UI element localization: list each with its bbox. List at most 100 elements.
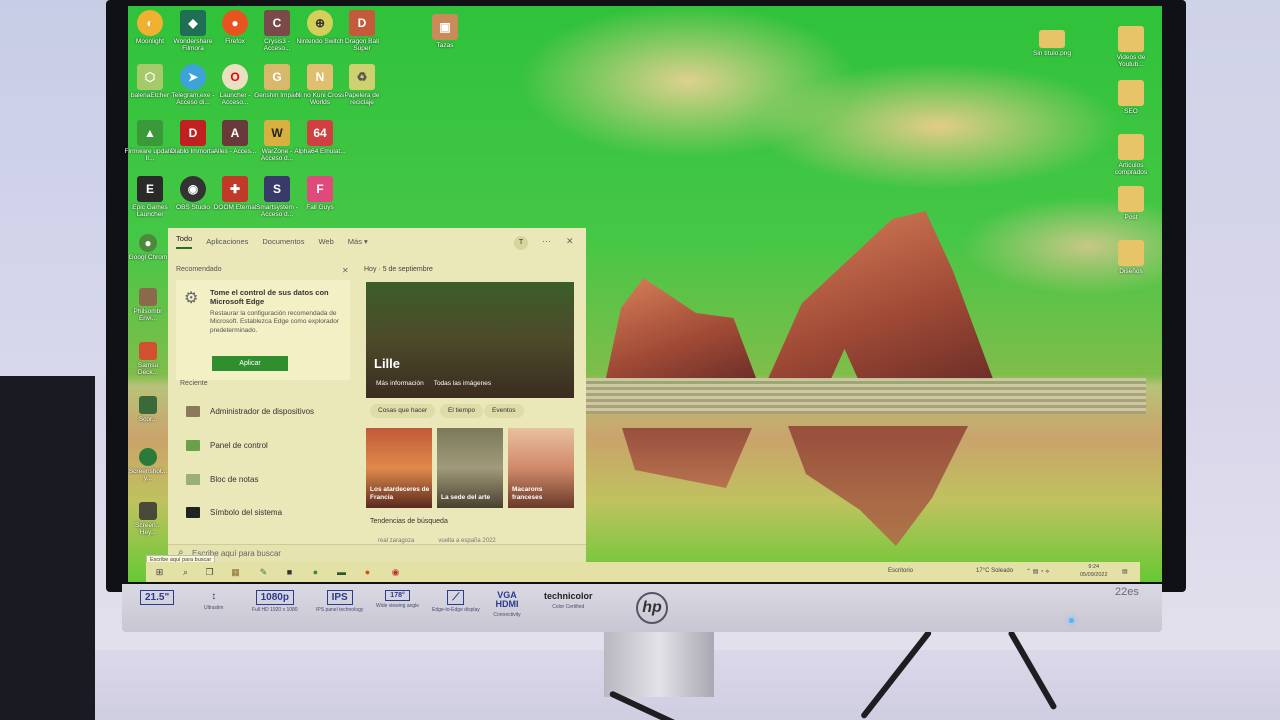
clock[interactable]: 9:24 05/09/2022	[1080, 563, 1108, 579]
desktop-icon-disenos[interactable]: Diseños	[1105, 240, 1157, 275]
spec-box: 178°	[385, 590, 410, 601]
close-button[interactable]: ✕	[566, 236, 574, 247]
desktop-icon-partial-2[interactable]: Philsombr Envi...	[128, 288, 168, 322]
notepad-icon	[186, 474, 200, 485]
desktop-icon-partial-5[interactable]: Screenshot... y...	[128, 448, 168, 482]
desktop-icon-label: Articulos comprados	[1114, 162, 1148, 177]
desktop-icon-post[interactable]: Post	[1105, 186, 1157, 221]
desktop-icon-tazas[interactable]: ▣ Tazas	[419, 14, 471, 49]
chip-weather[interactable]: El tiempo	[440, 404, 484, 418]
recommended-close-icon[interactable]: ✕	[342, 266, 349, 275]
all-images-link[interactable]: Todas las imágenes	[434, 380, 491, 387]
terminal-icon[interactable]: ▬	[336, 567, 347, 578]
desktop-icon-sin-titulo[interactable]: Sin título.png	[1026, 30, 1078, 57]
chip-things-to-do[interactable]: Cosas que hacer	[370, 404, 436, 418]
chip-events[interactable]: Eventos	[484, 404, 524, 418]
spec-box: IPS	[326, 590, 353, 605]
tab-web[interactable]: Web	[318, 237, 333, 246]
recommendation-title: Tome el control de sus datos con Microso…	[210, 288, 329, 306]
pin-app-icon[interactable]: ✎	[258, 567, 269, 578]
spec-box: technicolor	[544, 591, 593, 601]
more-options-button[interactable]: ···	[542, 236, 551, 246]
tab-mas[interactable]: Más ▾	[348, 237, 368, 246]
desktop-icon-label: Tazas	[436, 42, 454, 49]
apply-button[interactable]: Aplicar	[212, 356, 288, 371]
spec-box: ⟋	[447, 590, 465, 605]
notification-icon[interactable]: ▤	[1122, 568, 1128, 575]
dark-object-left	[0, 376, 95, 720]
desktop-icon-label: Moonlight	[135, 38, 165, 45]
tray-icons[interactable]: ⌃ ▤ ◔ ⟡	[1026, 568, 1049, 576]
desktop-icon-dragonball[interactable]: D Dragon Ball Super	[336, 10, 388, 52]
desktop-icon-label: Screenshot... y...	[128, 468, 168, 483]
app-icon[interactable]: ◉	[390, 567, 401, 578]
widgets-icon[interactable]: ▦	[230, 567, 241, 578]
desktop-icon-articulos[interactable]: Articulos comprados	[1105, 134, 1157, 176]
desktop-icon-label: SEO	[1124, 108, 1138, 115]
recent-item-label: Símbolo del sistema	[210, 508, 283, 517]
desktop-icon-partial-4[interactable]: Scor...	[128, 396, 168, 423]
monitor-stand	[604, 625, 714, 697]
more-info-link[interactable]: Más información	[376, 380, 424, 387]
desktop-icon-videos-youtube[interactable]: Videos de Youtub...	[1105, 26, 1157, 68]
desktop-icon-partial-6[interactable]: Screen... Hey...	[128, 502, 168, 536]
recent-item-cmd[interactable]: Símbolo del sistema	[186, 507, 282, 518]
spec-size: 21.5"	[140, 590, 175, 607]
desktop-icon-alpha64[interactable]: 64 Alpha64 Emulat...	[294, 120, 346, 155]
city-hero-card[interactable]: Lille Más información Todas las imágenes	[366, 282, 574, 398]
weather-widget[interactable]: 17°C Soleado	[976, 568, 1013, 574]
firefox-icon[interactable]: ●	[362, 567, 373, 578]
store-icon[interactable]: ■	[284, 567, 295, 578]
recent-item-notepad[interactable]: Bloc de notas	[186, 474, 258, 485]
desktop-icon-label: Diseños	[1119, 268, 1143, 275]
search-input[interactable]: ⌕ Escribe aquí para buscar	[168, 544, 586, 562]
spec-box: VGA HDMI	[495, 590, 519, 609]
recent-item-control-panel[interactable]: Panel de control	[186, 440, 268, 451]
tab-documentos[interactable]: Documentos	[262, 237, 304, 246]
desktop-icon-seo[interactable]: SEO	[1105, 80, 1157, 115]
card-art[interactable]: La sede del arte	[437, 428, 503, 508]
moonlight-icon: ◐	[137, 10, 163, 36]
spec-caption: Ultraslim	[204, 605, 224, 611]
spec-caption: Connectivity	[493, 612, 521, 618]
firefox-icon: ●	[222, 10, 248, 36]
desktop-icon-label: Alles - Acces...	[213, 148, 257, 155]
recycle-bin-icon: ♻	[349, 64, 375, 90]
tab-todo[interactable]: Todo	[176, 234, 193, 249]
hero-city: Lille	[374, 356, 401, 371]
app-icon	[139, 288, 157, 306]
desktop-icon-recycle-bin[interactable]: ♻ Papelera de reciclaje	[336, 64, 388, 106]
sea-waves	[586, 378, 1146, 414]
desktop-icon-fallguys[interactable]: F Fall Guys	[294, 176, 346, 211]
device-manager-icon	[186, 406, 200, 417]
rock-reflection-right	[788, 426, 968, 546]
recommendation-description: Restaurar la configuración recomendada d…	[210, 310, 339, 334]
chrome-icon[interactable]: ●	[310, 567, 321, 578]
spec-edge-display: ⟋ Edge-to-Edge display	[432, 590, 480, 613]
today-pane: Hoy · 5 de septiembre Lille Más informac…	[364, 262, 578, 552]
card-sunsets[interactable]: Los atardeceres de Francia	[366, 428, 432, 508]
windows-start-icon[interactable]: ⊞	[154, 567, 165, 578]
task-view-icon[interactable]: ❐	[204, 567, 215, 578]
desktop-icon-label: Post	[1124, 214, 1138, 221]
wall-left	[0, 0, 110, 376]
tab-aplicaciones[interactable]: Aplicaciones	[206, 237, 248, 246]
spec-box: 21.5"	[140, 590, 175, 605]
spec-caption: Full HD 1920 x 1080	[252, 607, 298, 613]
spec-viewing-angle: 178° Wide viewing angle	[376, 590, 419, 609]
card-macarons[interactable]: Macarons franceses	[508, 428, 574, 508]
desktop-icon-label: Videos de Youtub...	[1116, 54, 1146, 69]
avatar[interactable]: T	[514, 236, 528, 250]
search-icon[interactable]: ⌕	[180, 567, 191, 578]
spec-ultraslim: ↕ Ultraslim	[204, 590, 223, 611]
ninokuni-icon: N	[307, 64, 333, 90]
desktop-icon-chrome[interactable]: ● Googl Chrom	[128, 234, 168, 261]
today-label: Hoy	[364, 266, 377, 273]
today-heading: Hoy · 5 de septiembre	[364, 266, 433, 273]
recommended-pane: Recomendado ✕ ⚙ Tome el control de sus d…	[174, 262, 356, 552]
desktop-label[interactable]: Escritorio	[888, 568, 913, 574]
recent-item-device-manager[interactable]: Administrador de dispositivos	[186, 406, 314, 417]
warzone-icon: W	[264, 120, 290, 146]
folder-icon	[1118, 240, 1144, 266]
desktop-icon-partial-3[interactable]: Samsu Deck...	[128, 342, 168, 376]
